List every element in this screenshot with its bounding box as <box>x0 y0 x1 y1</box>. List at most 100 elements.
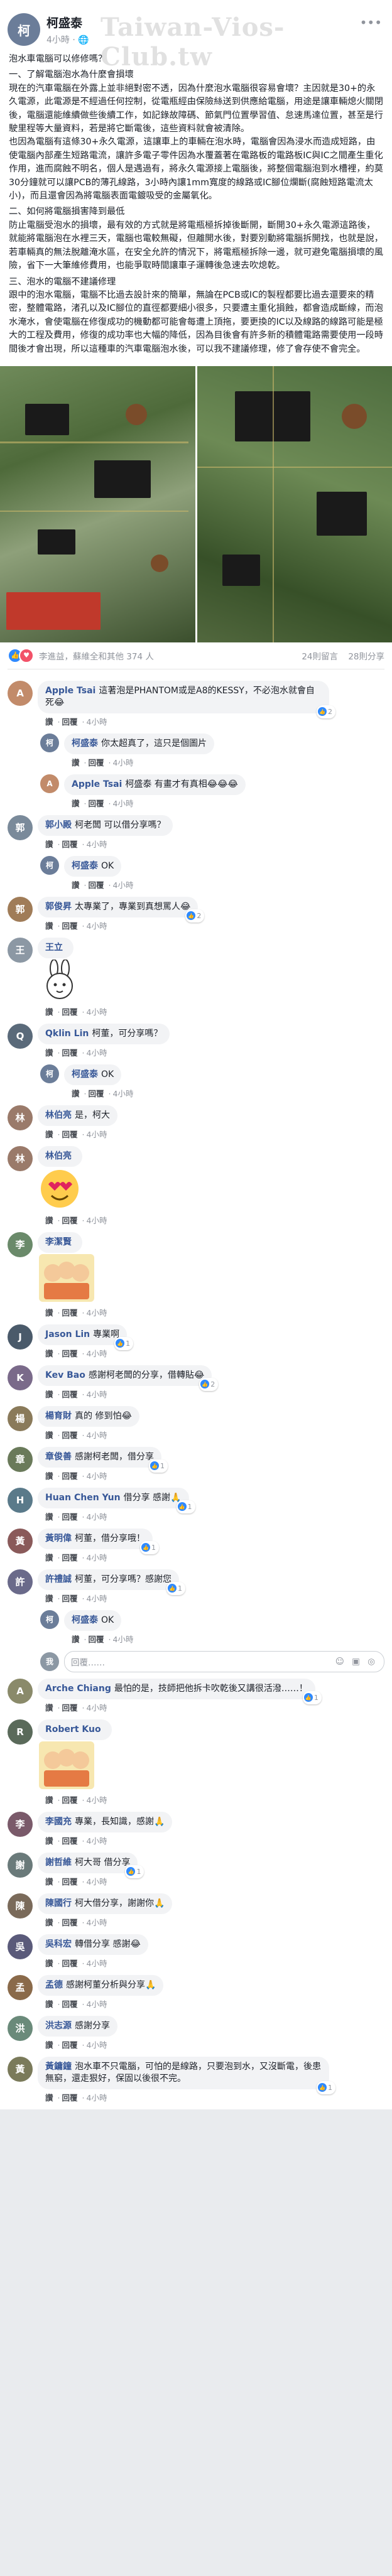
post-time[interactable]: 4小時 · 🌐 <box>46 33 89 46</box>
pcb-photo-right[interactable] <box>197 365 392 642</box>
like-link[interactable]: 讚 <box>72 799 80 808</box>
reply-link[interactable]: 回覆 <box>62 1795 78 1805</box>
reply-link[interactable]: 回覆 <box>62 1553 78 1562</box>
reply-input[interactable]: 回覆…… ☺ ▣ ◎ <box>64 1650 384 1672</box>
comment-time[interactable]: 4小時 <box>87 2093 107 2102</box>
commenter-name[interactable]: Huan Chen Yun <box>45 1493 121 1503</box>
commenter-name[interactable]: 柯盛泰 <box>72 1069 98 1080</box>
commenter-name[interactable]: Qklin Lin <box>45 1029 89 1039</box>
reply-link[interactable]: 回覆 <box>62 1877 78 1886</box>
reaction-names[interactable]: 李進益，蘇維全和其他 374 人 <box>39 649 294 662</box>
commenter-name[interactable]: 陳國行 <box>45 1898 72 1908</box>
comment-time[interactable]: 4小時 <box>87 1553 107 1562</box>
reply-link[interactable]: 回覆 <box>62 1431 78 1440</box>
commenter-avatar[interactable]: 洪 <box>8 2015 33 2041</box>
commenter-avatar[interactable]: 陳 <box>8 1893 33 1918</box>
like-link[interactable]: 讚 <box>72 1089 80 1098</box>
reply-link[interactable]: 回覆 <box>62 717 78 727</box>
like-link[interactable]: 讚 <box>72 880 80 890</box>
reply-link[interactable]: 回覆 <box>62 1959 78 1968</box>
reply-link[interactable]: 回覆 <box>62 840 78 849</box>
like-link[interactable]: 讚 <box>45 1959 53 1968</box>
like-link[interactable]: 讚 <box>45 840 53 849</box>
commenter-name[interactable]: 黃鏞鐘 <box>45 2062 72 2072</box>
commenter-name[interactable]: 李潔賢 <box>45 1237 72 1247</box>
commenter-name[interactable]: 林伯亮 <box>45 1110 72 1120</box>
reply-link[interactable]: 回覆 <box>62 1216 78 1225</box>
like-link[interactable]: 讚 <box>45 1918 53 1927</box>
commenter-name[interactable]: 王立 <box>45 943 63 953</box>
commenter-avatar[interactable]: K <box>8 1365 33 1390</box>
commenter-avatar[interactable]: A <box>40 774 59 793</box>
commenter-name[interactable]: 許禮誠 <box>45 1574 72 1584</box>
reply-link[interactable]: 回覆 <box>62 2040 78 2050</box>
commenter-avatar[interactable]: 黃 <box>8 1528 33 1554</box>
comment-time[interactable]: 4小時 <box>87 921 107 931</box>
comment-time[interactable]: 4小時 <box>87 1130 107 1139</box>
commenter-name[interactable]: Apple Tsai <box>45 686 95 696</box>
reply-link[interactable]: 回覆 <box>62 1349 78 1358</box>
like-link[interactable]: 讚 <box>45 1795 53 1805</box>
author-avatar[interactable]: 柯 <box>8 13 40 46</box>
commenter-avatar[interactable]: 郭 <box>8 896 33 922</box>
commenter-avatar[interactable]: 楊 <box>8 1405 33 1431</box>
reply-link[interactable]: 回覆 <box>62 1390 78 1399</box>
input-icons[interactable]: ☺ ▣ ◎ <box>335 1657 378 1667</box>
like-link[interactable]: 讚 <box>45 1007 53 1017</box>
like-link[interactable]: 讚 <box>72 1635 80 1644</box>
commenter-name[interactable]: 李國充 <box>45 1817 72 1827</box>
author-name[interactable]: 柯盛泰 <box>46 14 89 31</box>
commenter-name[interactable]: 黃明偉 <box>45 1534 72 1544</box>
commenter-name[interactable]: Kev Bao <box>45 1370 85 1380</box>
reply-link[interactable]: 回覆 <box>62 1471 78 1481</box>
comment-sticker[interactable] <box>39 1253 384 1304</box>
like-link[interactable]: 讚 <box>45 1877 53 1886</box>
reply-link[interactable]: 回覆 <box>89 758 104 767</box>
like-link[interactable]: 讚 <box>45 1130 53 1139</box>
comment-time[interactable]: 4小時 <box>87 1594 107 1603</box>
comment-sticker[interactable] <box>39 1741 384 1792</box>
comment-time[interactable]: 4小時 <box>87 1512 107 1522</box>
more-options-icon[interactable]: ••• <box>360 15 382 30</box>
commenter-avatar[interactable]: 柯 <box>40 733 59 752</box>
commenter-name[interactable]: Arche Chiang <box>45 1684 111 1694</box>
commenter-name[interactable]: 郭俊昇 <box>45 902 72 912</box>
like-link[interactable]: 讚 <box>45 2093 53 2102</box>
commenter-name[interactable]: 章俊善 <box>45 1452 72 1462</box>
like-link[interactable]: 讚 <box>45 1431 53 1440</box>
commenter-name[interactable]: 柯盛泰 <box>72 1615 98 1625</box>
commenter-avatar[interactable]: R <box>8 1719 33 1745</box>
comment-time[interactable]: 4小時 <box>87 1918 107 1927</box>
comment-time[interactable]: 4小時 <box>113 799 134 808</box>
comment-sticker[interactable] <box>39 1168 384 1212</box>
comment-time[interactable]: 4小時 <box>87 840 107 849</box>
commenter-avatar[interactable]: 孟 <box>8 1974 33 2000</box>
comment-time[interactable]: 4小時 <box>87 1471 107 1481</box>
reply-link[interactable]: 回覆 <box>89 799 104 808</box>
comment-reaction-count[interactable]: 👍 1 <box>114 1336 134 1350</box>
like-link[interactable]: 讚 <box>45 2000 53 2009</box>
commenter-name[interactable]: 柯盛泰 <box>72 739 98 749</box>
reaction-icons[interactable]: 👍 ♥ <box>8 647 34 663</box>
comment-time[interactable]: 4小時 <box>87 1703 107 1713</box>
commenter-name[interactable]: Robert Kuo <box>45 1724 101 1734</box>
comment-reaction-count[interactable]: 👍 2 <box>185 909 205 923</box>
reply-link[interactable]: 回覆 <box>62 1703 78 1713</box>
comment-time[interactable]: 4小時 <box>87 1349 107 1358</box>
reply-link[interactable]: 回覆 <box>62 1512 78 1522</box>
commenter-avatar[interactable]: 柯 <box>40 855 59 875</box>
comment-reaction-count[interactable]: 👍 1 <box>176 1500 195 1513</box>
comment-reaction-count[interactable]: 👍 2 <box>199 1377 219 1391</box>
reply-link[interactable]: 回覆 <box>62 2093 78 2102</box>
like-link[interactable]: 讚 <box>72 758 80 767</box>
reply-link[interactable]: 回覆 <box>89 1635 104 1644</box>
commenter-avatar[interactable]: 黃 <box>8 2056 33 2082</box>
comment-reaction-count[interactable]: 👍 2 <box>317 705 335 718</box>
comment-reaction-count[interactable]: 👍 1 <box>125 1864 144 1878</box>
reply-link[interactable]: 回覆 <box>62 921 78 931</box>
comment-time[interactable]: 4小時 <box>87 2000 107 2009</box>
comment-reaction-count[interactable]: 👍 1 <box>302 1691 322 1704</box>
like-link[interactable]: 讚 <box>45 1471 53 1481</box>
comment-reaction-count[interactable]: 👍 1 <box>166 1581 185 1595</box>
comment-time[interactable]: 4小時 <box>87 2040 107 2050</box>
